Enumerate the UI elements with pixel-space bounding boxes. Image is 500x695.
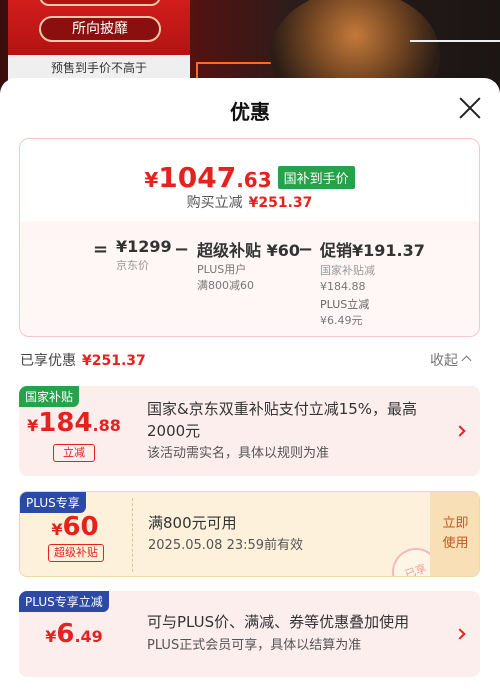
coupon-amount: ¥184.88 [27,408,121,438]
super-subsidy-condition: 满800减60 [197,279,254,292]
decor-line [410,40,500,42]
coupon-badge: PLUS专享立减 [19,591,109,612]
super-subsidy: 超级补贴 ¥60 [197,241,300,260]
jd-price: ¥1299 [116,237,172,256]
discount-sheet: 优惠 ¥1047.63 国补到手价 购买立减 ¥251.37 = ¥1299 京东价… [0,78,500,695]
close-icon[interactable] [456,94,484,122]
promo-national-amount: ¥184.88 [320,280,366,293]
promo-total: 促销¥191.37 [320,241,425,260]
coupon-description: 国家&京东双重补贴支付立减15%，最高 [147,400,418,418]
jd-price-col: ¥1299 京东价 [116,237,172,273]
enjoyed-amount: ¥251.37 [82,353,146,369]
coupon-subtag: 超级补贴 [48,544,104,562]
final-price: ¥1047.63 [144,161,272,194]
chevron-right-icon [454,628,466,640]
minus-sign: − [298,239,314,260]
use-now-label: 立即 使用 [442,516,469,551]
super-subsidy-col: 超级补贴 ¥60 PLUS用户 满800减60 [197,237,300,293]
buy-discount-label: 购买立减 [186,195,243,211]
coupon-note: PLUS正式会员可享，具体以结算为准 [147,638,362,653]
coupon-amount: ¥60 [51,512,99,542]
coupon-badge: PLUS专享 [20,492,86,513]
coupon-description-cont: 2000元 [147,422,201,440]
buy-discount-amount: ¥251.37 [248,195,313,211]
sheet-title: 优惠 [230,100,270,124]
collapse-button[interactable]: 收起 [430,350,472,370]
super-subsidy-note: PLUS用户 [197,263,247,276]
promo-plus-label: PLUS立减 [320,298,370,311]
final-price-tag: 国补到手价 [277,166,355,189]
chevron-right-icon [454,425,466,437]
price-breakdown: = ¥1299 京东价 − 超级补贴 ¥60 PLUS用户 满800减60 − … [20,237,479,333]
coupon-national-subsidy[interactable]: 国家补贴 ¥184.88 立减 国家&京东双重补贴支付立减15%，最高 2000… [19,386,480,476]
enjoyed-label: 已享优惠 [20,353,76,369]
coupon-condition: 满800元可用 [148,514,237,532]
collapse-label: 收起 [430,353,458,369]
coupon-note: 该活动需实名，具体以规则为准 [147,446,330,461]
coupon-expiry: 2025.05.08 23:59前有效 [148,538,304,553]
promo-national-label: 国家补贴减 [320,264,375,277]
jd-price-label: 京东价 [116,259,149,272]
equals-sign: = [93,239,109,260]
final-price-row: ¥1047.63 国补到手价 [20,161,479,194]
price-summary-card: ¥1047.63 国补到手价 购买立减 ¥251.37 = ¥1299 京东价 − … [19,138,480,337]
minus-sign: − [174,239,190,260]
coupon-badge: 国家补贴 [19,386,80,407]
promo-col: 促销¥191.37 国家补贴减 ¥184.88 PLUS立减 ¥6.49元 [320,237,425,328]
coupon-subtag: 立减 [53,444,95,462]
enjoyed-discount: 已享优惠 ¥251.37 [20,350,146,370]
coupon-divider [132,498,133,572]
coupon-plus-instant[interactable]: PLUS专享立减 ¥6.49 可与PLUS价、满减、券等优惠叠加使用 PLUS正… [19,591,480,677]
promo-plus-amount: ¥6.49元 [320,314,363,327]
banner-pill: 所向披靡 [39,16,161,42]
coupon-amount: ¥6.49 [45,619,103,649]
chevron-up-icon [461,355,472,366]
banner-pill-top [39,0,161,6]
buy-discount-row: 购买立减 ¥251.37 [20,192,479,212]
use-now-button[interactable]: 立即 使用 [430,492,479,576]
coupon-description: 可与PLUS价、满减、券等优惠叠加使用 [147,613,410,631]
coupon-plus-exclusive[interactable]: PLUS专享 ¥60 超级补贴 满800元可用 2025.05.08 23:59… [19,491,480,577]
